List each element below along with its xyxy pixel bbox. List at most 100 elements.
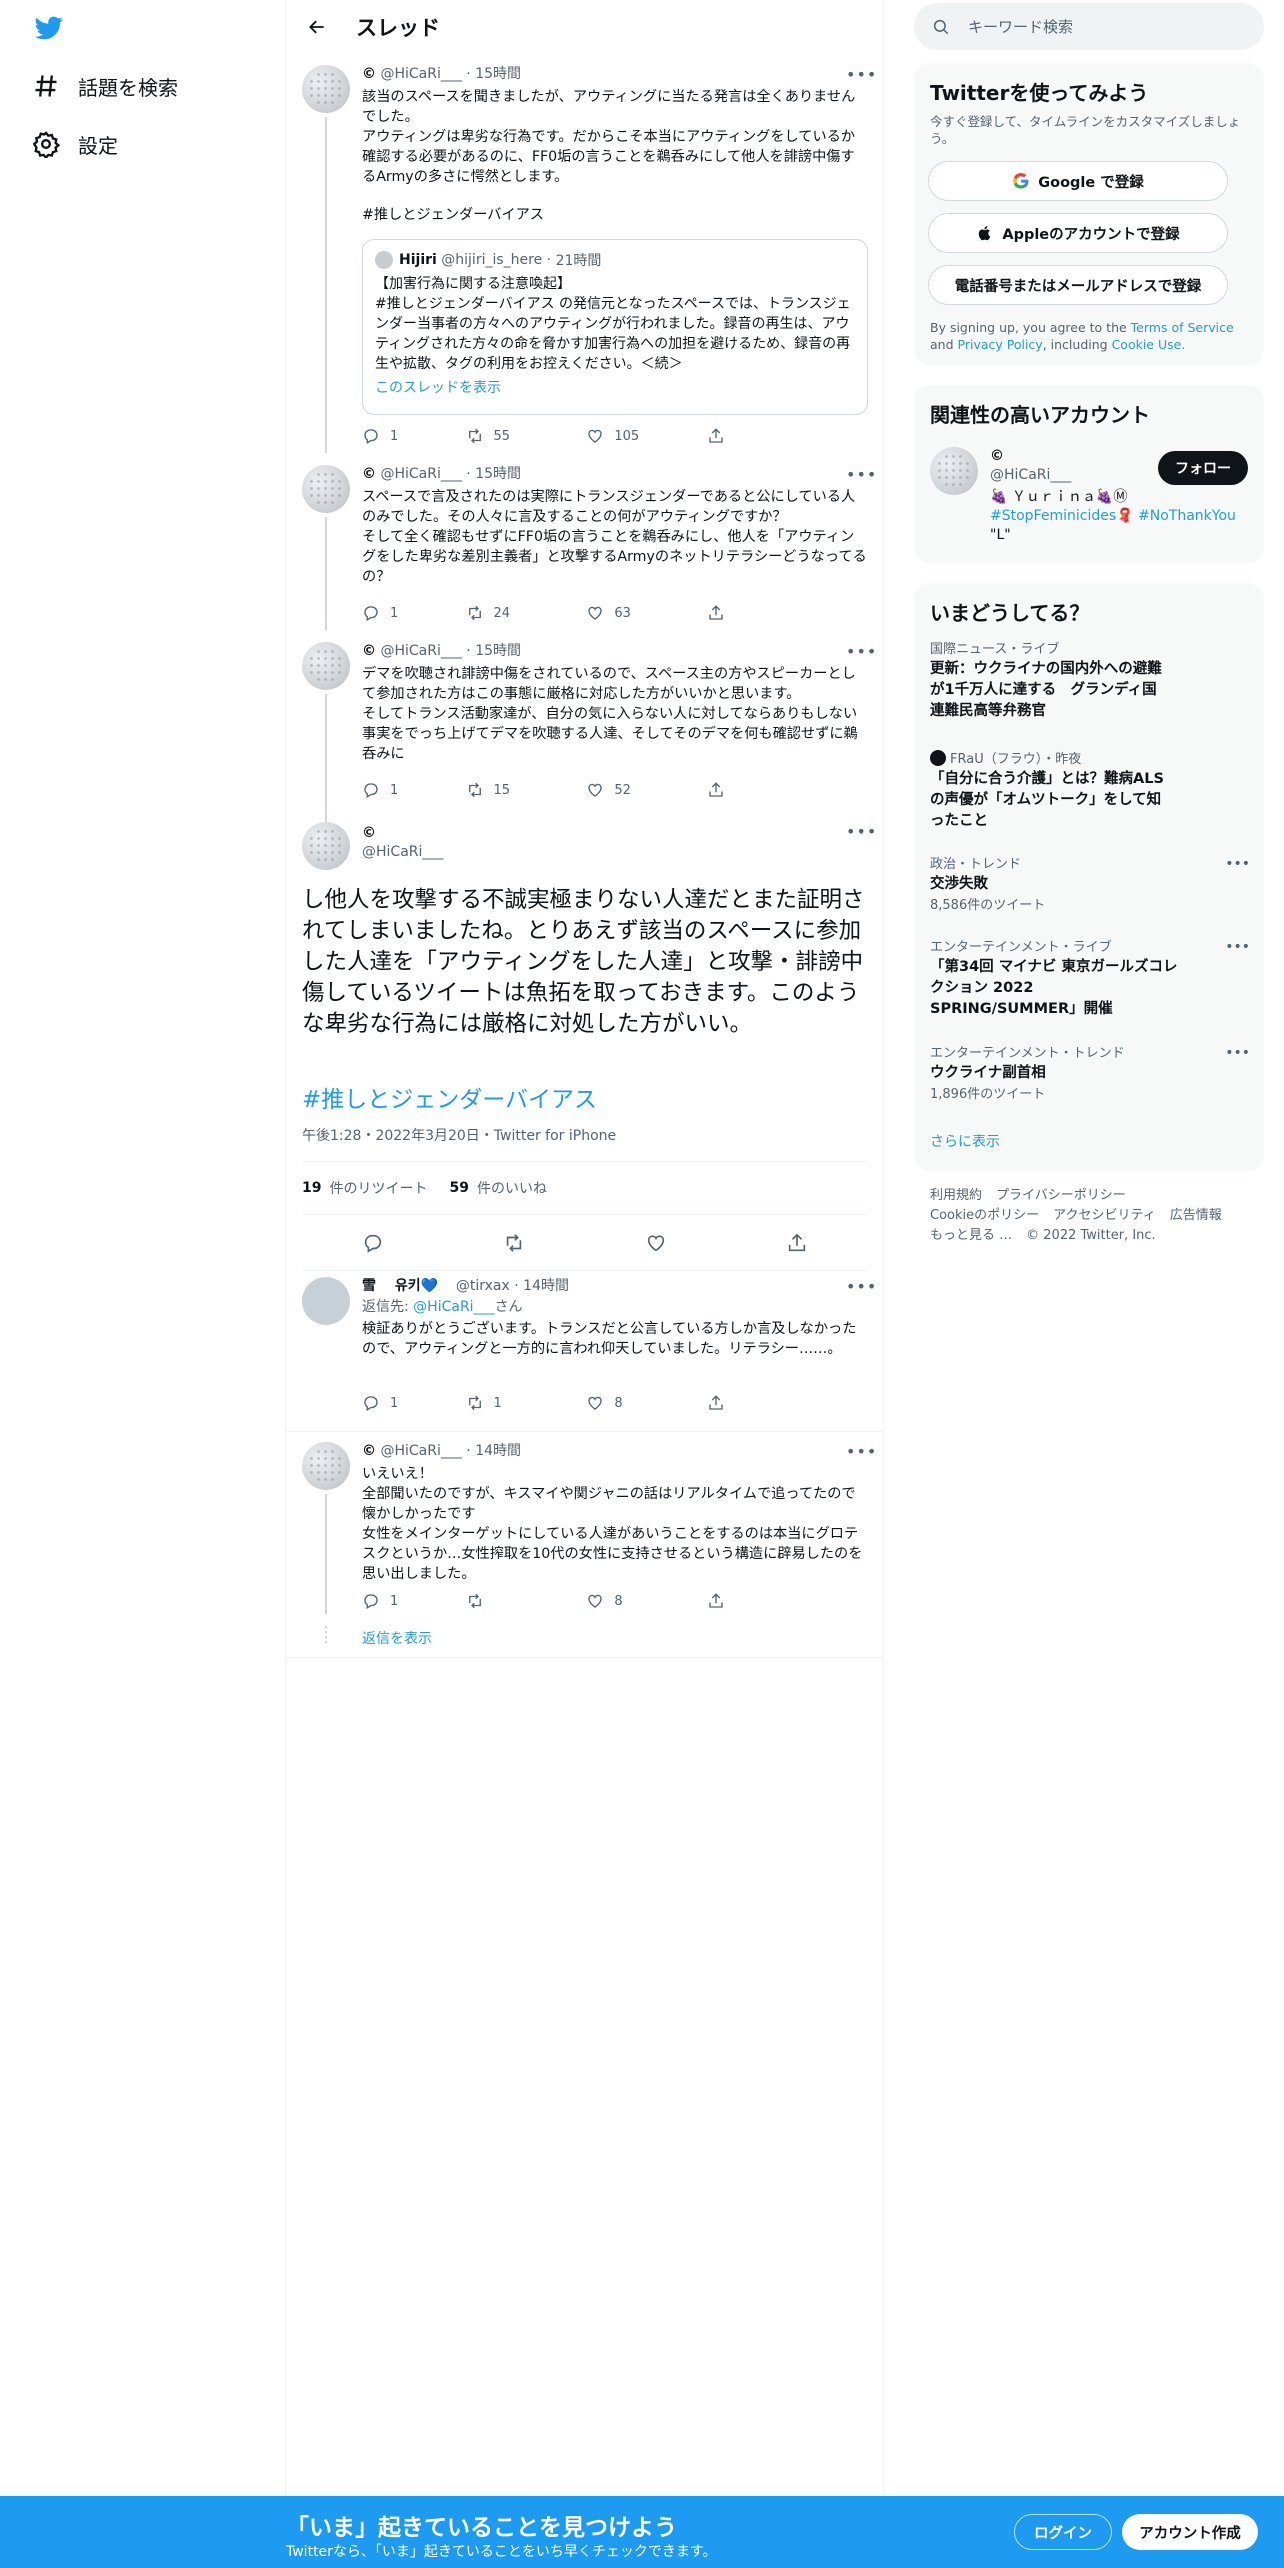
footer-terms[interactable]: 利用規約 [930, 1188, 982, 1203]
back-arrow-icon[interactable] [300, 10, 334, 44]
reply-to-handle[interactable]: @HiCaRi___ [413, 1299, 494, 1315]
user-name[interactable]: © [362, 466, 376, 482]
footer-ads[interactable]: 広告情報 [1170, 1208, 1222, 1223]
more-icon[interactable]: ••• [846, 822, 876, 842]
tweet[interactable]: ••• © @HiCaRi___ · 15時間 デマを吹聴され誹謗中傷をされてい… [286, 630, 884, 822]
likes-label[interactable]: 件のいいね [477, 1178, 547, 1198]
privacy-link[interactable]: Privacy Policy [958, 337, 1043, 352]
footer-accessibility[interactable]: アクセシビリティ [1053, 1208, 1156, 1223]
tweet-time[interactable]: 15時間 [475, 466, 521, 482]
nav-explore[interactable]: 話題を検索 [32, 66, 178, 106]
signup-title: Twitterを使ってみよう [930, 81, 1149, 105]
user-handle[interactable]: @HiCaRi___ [380, 1443, 461, 1459]
terms-link[interactable]: Terms of Service [1131, 320, 1234, 335]
retweets-label[interactable]: 件のリツイート [329, 1178, 427, 1198]
trend-item[interactable]: ••• エンターテインメント・トレンド ウクライナ副首相 1,896件のツイート [930, 1045, 1250, 1104]
user-name[interactable]: © [362, 1443, 376, 1459]
phone-signup-button[interactable]: 電話番号またはメールアドレスで登録 [928, 265, 1228, 305]
footer-privacy[interactable]: プライバシーポリシー [996, 1188, 1126, 1203]
nav-settings[interactable]: 設定 [32, 124, 118, 164]
user-handle[interactable]: @HiCaRi___ [380, 66, 461, 82]
trend-item[interactable]: ••• エンターテインメント・ライブ 「第34回 マイナビ 東京ガールズコレクシ… [930, 939, 1250, 1020]
reply-button[interactable]: 1 [362, 602, 466, 624]
avatar[interactable] [302, 1277, 350, 1325]
tweet[interactable]: ••• © @HiCaRi___ · 15時間 スペースで言及されたのは実際にト… [286, 453, 884, 630]
likes-count[interactable]: 59 [449, 1180, 468, 1196]
tweet-meta[interactable]: 午後1:28・2022年3月20日・Twitter for iPhone [302, 1125, 616, 1145]
trend-item[interactable]: 国際ニュース・ライブ 更新：ウクライナの国内外への避難が1千万人に達する グラン… [930, 641, 1250, 722]
reply-button[interactable]: 1 [362, 1590, 466, 1612]
avatar[interactable] [302, 65, 350, 113]
reply-tweet[interactable]: ••• © @HiCaRi___ · 14時間 いえいえ！ 全部聞いたのですが、… [286, 1432, 884, 1657]
trend-item[interactable]: FRaU（フラウ）・昨夜 「自分に合う介護」とは？難病ALSの声優が「オムツトー… [930, 750, 1250, 832]
retweet-button[interactable]: 24 [466, 602, 587, 624]
login-button[interactable]: ログイン [1014, 2514, 1112, 2550]
heart-icon[interactable] [645, 1232, 667, 1254]
avatar[interactable] [302, 822, 350, 870]
apple-signup-button[interactable]: Appleのアカウントで登録 [928, 213, 1228, 253]
share-button[interactable] [707, 1392, 802, 1414]
more-icon[interactable]: ••• [1225, 939, 1250, 955]
avatar[interactable] [302, 1442, 350, 1490]
search-input[interactable]: キーワード検索 [968, 16, 1073, 37]
retweet-icon [468, 1593, 481, 1609]
tweet-time[interactable]: 14時間 [475, 1443, 521, 1459]
user-name[interactable]: © [362, 66, 376, 82]
google-signup-button[interactable]: Google で登録 [928, 161, 1228, 201]
show-thread-link[interactable]: このスレッドを表示 [375, 378, 855, 398]
like-button[interactable]: 63 [586, 602, 707, 624]
retweet-icon[interactable] [503, 1232, 525, 1254]
user-name[interactable]: © [362, 824, 443, 843]
user-name[interactable]: © [362, 643, 376, 659]
like-button[interactable]: 105 [586, 425, 707, 447]
reply-button[interactable]: 1 [362, 1392, 466, 1414]
hashtag-link[interactable]: #推しとジェンダーバイアス [362, 205, 868, 225]
search-box[interactable]: キーワード検索 [914, 3, 1264, 50]
tweet-time[interactable]: 15時間 [475, 66, 521, 82]
retweet-button[interactable]: 15 [466, 779, 587, 801]
avatar[interactable] [302, 465, 350, 513]
share-button[interactable] [707, 779, 802, 801]
hashtag-link[interactable]: #推しとジェンダーバイアス [302, 1080, 597, 1114]
share-button[interactable] [707, 1590, 802, 1612]
footer-more[interactable]: もっと見る … [930, 1228, 1012, 1243]
more-icon[interactable]: ••• [1225, 856, 1250, 872]
bio-hashtag[interactable]: #NoThankYou [1138, 508, 1236, 524]
avatar[interactable] [930, 447, 978, 495]
trend-item[interactable]: ••• 政治・トレンド 交渉失敗 8,586件のツイート [930, 856, 1250, 915]
retweets-count[interactable]: 19 [302, 1180, 321, 1196]
reply-tweet[interactable]: ••• 雪 유키💙 @tirxax · 14時間 返信先: @HiCaRi___… [286, 1265, 884, 1431]
tweet-time[interactable]: 15時間 [475, 643, 521, 659]
footer-cookie[interactable]: Cookieのポリシー [930, 1208, 1039, 1223]
reply-button[interactable]: 1 [362, 779, 466, 801]
retweet-button[interactable] [466, 1590, 587, 1612]
like-button[interactable]: 8 [586, 1590, 707, 1612]
follow-button[interactable]: フォロー [1158, 451, 1248, 485]
user-handle[interactable]: @HiCaRi___ [380, 643, 461, 659]
share-icon[interactable] [786, 1232, 808, 1254]
tweet-time[interactable]: 14時間 [523, 1278, 569, 1294]
like-button[interactable]: 52 [586, 779, 707, 801]
tweet-text: 検証ありがとうございます。トランスだと公言している方しか言及しなかったので、アウ… [362, 1321, 857, 1357]
share-button[interactable] [707, 425, 802, 447]
user-handle[interactable]: @HiCaRi___ [380, 466, 461, 482]
user-handle[interactable]: @tirxax [456, 1278, 510, 1294]
reply-button[interactable]: 1 [362, 425, 466, 447]
like-button[interactable]: 8 [586, 1392, 707, 1414]
retweet-button[interactable]: 1 [466, 1392, 587, 1414]
retweet-button[interactable]: 55 [466, 425, 587, 447]
share-button[interactable] [707, 602, 802, 624]
show-replies-link[interactable]: 返信を表示 [362, 1628, 432, 1648]
bio-hashtag[interactable]: #StopFeminicides [990, 508, 1116, 524]
more-icon[interactable]: ••• [1225, 1045, 1250, 1061]
signup-button[interactable]: アカウント作成 [1122, 2514, 1258, 2550]
tweet[interactable]: ••• © @HiCaRi___ · 15時間 該当のスペースを聞きましたが、ア… [286, 53, 884, 453]
user-name[interactable]: 雪 유키💙 [362, 1278, 438, 1294]
quote-tweet[interactable]: Hijiri @hijiri_is_here · 21時間 【加害行為に関する注… [362, 239, 868, 415]
show-more-link[interactable]: さらに表示 [930, 1131, 1000, 1151]
cookie-link[interactable]: Cookie Use. [1112, 337, 1186, 352]
user-handle[interactable]: @HiCaRi___ [362, 843, 443, 862]
avatar[interactable] [302, 642, 350, 690]
twitter-logo-icon[interactable] [32, 14, 66, 42]
reply-icon[interactable] [362, 1232, 384, 1254]
